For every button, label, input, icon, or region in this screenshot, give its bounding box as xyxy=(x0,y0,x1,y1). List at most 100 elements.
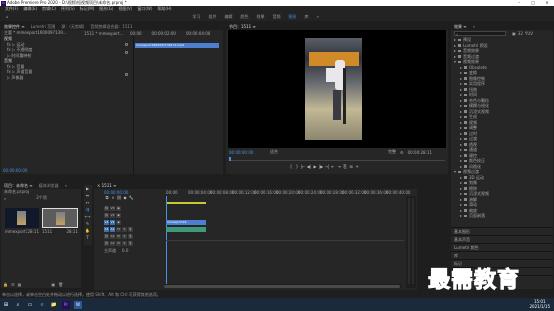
solo-button[interactable]: S xyxy=(122,227,127,232)
button-editor-button[interactable]: + xyxy=(354,164,360,170)
workspace-more[interactable]: » xyxy=(317,14,319,19)
type-tool-icon[interactable]: T xyxy=(84,234,91,241)
sync-lock-icon[interactable]: ⛓ xyxy=(104,206,109,211)
program-viewer[interactable] xyxy=(228,30,446,148)
video-clip[interactable]: mmexport16 xyxy=(166,220,206,225)
sync-lock-icon[interactable]: ⛓ xyxy=(104,234,109,239)
mute-button[interactable]: M xyxy=(116,227,121,232)
lock-icon[interactable]: 🔒 xyxy=(3,282,8,287)
tab-effects[interactable]: 效果 ≡ xyxy=(451,24,470,30)
pen-tool-icon[interactable]: ✎ xyxy=(84,220,91,227)
list-view-icon[interactable]: ☰ xyxy=(11,282,15,287)
slip-tool-icon[interactable]: ⟷ xyxy=(84,213,91,220)
track-target-button[interactable]: V3 xyxy=(110,206,115,211)
mic-icon[interactable]: 🎙 xyxy=(128,227,133,232)
timeline-scrollbar[interactable] xyxy=(164,284,402,288)
wrench-icon[interactable]: ⚙ xyxy=(400,150,404,155)
toggle-output-icon[interactable]: ◉ xyxy=(116,213,121,218)
clock[interactable]: 15:01 2021/1/15 xyxy=(529,299,550,309)
workspace-learn[interactable]: 学习 xyxy=(193,14,201,20)
project-item-clip[interactable]: mmexport1600097139172... 28:11 xyxy=(5,208,39,238)
settings-icon[interactable]: 🔧 xyxy=(128,195,134,201)
workspace-color[interactable]: 颜色 xyxy=(241,14,249,20)
tab-more[interactable]: » xyxy=(470,24,478,29)
track-select-tool-icon[interactable]: ⇹ xyxy=(84,192,91,199)
source-patch-button[interactable]: A1 xyxy=(104,227,109,232)
yuv-effects-icon[interactable]: YUV xyxy=(525,31,533,36)
panel-essential-graphics[interactable]: 基本图形 xyxy=(451,227,553,235)
mute-button[interactable]: M xyxy=(116,234,121,239)
tab-sequence[interactable]: × 1511 ≡ xyxy=(94,183,119,188)
track-target-button[interactable]: A2 xyxy=(110,234,115,239)
effects-subfolder[interactable]: 页面剥落 xyxy=(454,213,552,219)
mic-icon[interactable]: 🎙 xyxy=(128,234,133,239)
source-patch-button[interactable]: V1 xyxy=(104,220,109,225)
effects-search-input[interactable]: ⌕ xyxy=(454,30,506,37)
reset-icon[interactable] xyxy=(125,73,128,76)
ec-timecode[interactable]: 00:00:00:00 xyxy=(3,168,27,173)
mute-button[interactable]: M xyxy=(116,241,121,246)
home-icon[interactable]: ⌂ xyxy=(6,14,9,19)
timeline-timecode[interactable]: 00:00:00:00 xyxy=(104,190,164,195)
ec-mini-clip[interactable]: mmexport1600097139172.mp4 xyxy=(135,43,219,48)
ec-item-panner[interactable]: ▷ 声像器 xyxy=(4,75,133,81)
mic-icon[interactable]: 🎙 xyxy=(128,241,133,246)
razor-tool-icon[interactable]: ⇶ xyxy=(84,206,91,213)
accelerated-effects-icon[interactable]: ▣ xyxy=(512,31,516,36)
search-icon[interactable]: ⌕ xyxy=(4,196,6,201)
project-item-sequence[interactable]: 1511 28:11 xyxy=(42,208,78,238)
workspace-audio[interactable]: 音频 xyxy=(273,14,281,20)
hand-tool-icon[interactable]: ✋ xyxy=(84,227,91,234)
sync-lock-icon[interactable]: ⛓ xyxy=(104,241,109,246)
tab-effect-controls[interactable]: 效果控件 ≡ xyxy=(1,24,28,30)
workspace-graphics[interactable]: 图形 xyxy=(289,14,297,20)
search-icon[interactable]: ⌕ xyxy=(14,301,22,309)
tab-lumetri-scopes[interactable]: Lumetri 范围 xyxy=(28,24,59,30)
32bit-effects-icon[interactable]: 32 xyxy=(518,31,523,36)
panel-essential-sound[interactable]: 基本声音 xyxy=(451,235,553,243)
edge-icon[interactable]: e xyxy=(38,301,46,309)
tab-project[interactable]: 项目：未命名 ≡ xyxy=(1,183,36,189)
tab-media-browser[interactable]: 媒体浏览器 xyxy=(36,183,62,189)
track-target-button[interactable]: A3 xyxy=(110,241,115,246)
track-target-button[interactable]: V2 xyxy=(110,213,115,218)
selection-tool-icon[interactable]: ▶ xyxy=(84,185,91,192)
solo-button[interactable]: S xyxy=(122,234,127,239)
tab-program[interactable]: 节目：1511 ≡ xyxy=(226,24,259,30)
word-icon[interactable]: W xyxy=(74,300,82,309)
workspace-assembly[interactable]: 组件 xyxy=(209,14,217,20)
tab-more[interactable]: » xyxy=(62,183,70,188)
fit-dropdown[interactable]: 适合 xyxy=(270,149,278,155)
icon-view-icon[interactable]: ▦ xyxy=(18,282,22,287)
ec-sequence-link[interactable]: 1511 * mmexport… xyxy=(84,31,126,36)
toggle-output-icon[interactable]: ◉ xyxy=(116,206,121,211)
audio-clip[interactable] xyxy=(166,227,206,232)
reset-icon[interactable] xyxy=(125,51,128,54)
workspace-editing[interactable]: 编辑 xyxy=(225,14,233,20)
playhead[interactable] xyxy=(229,157,231,161)
work-area-bar[interactable] xyxy=(166,202,206,204)
premiere-taskbar-icon[interactable]: Pr xyxy=(62,300,70,309)
workspace-effects[interactable]: 效果 xyxy=(257,14,265,20)
windows-start-icon[interactable]: ⊞ xyxy=(2,301,10,309)
ripple-edit-tool-icon[interactable]: ↔ xyxy=(84,199,91,206)
panel-lumetri-color[interactable]: Lumetri 颜色 xyxy=(451,243,553,251)
track-target-button[interactable]: V1 xyxy=(110,220,115,225)
scroll-thumb[interactable] xyxy=(164,284,400,288)
timeline-playhead[interactable] xyxy=(166,196,167,286)
tab-audio-clip-mixer[interactable]: 音频剪辑混合器：1511 xyxy=(87,24,135,30)
solo-button[interactable]: S xyxy=(122,241,127,246)
tab-source[interactable]: 源：(无剪辑) xyxy=(58,24,87,30)
quality-dropdown[interactable]: 完整 xyxy=(388,149,396,155)
track-target-button[interactable]: A1 xyxy=(110,227,115,232)
master-volume[interactable]: 0.0 xyxy=(122,248,128,253)
program-timecode[interactable]: 00:00:00:00 xyxy=(229,150,267,155)
toggle-output-icon[interactable]: ◉ xyxy=(116,220,121,225)
panel-libraries[interactable]: 库 xyxy=(451,251,553,259)
task-view-icon[interactable]: ▭ xyxy=(26,301,34,309)
folder-icon[interactable]: 📁 xyxy=(50,301,58,309)
program-scrubber[interactable] xyxy=(229,157,445,161)
sync-lock-icon[interactable]: ⛓ xyxy=(104,213,109,218)
trash-icon[interactable]: 🗑 xyxy=(58,282,63,287)
reset-icon[interactable] xyxy=(125,43,128,46)
